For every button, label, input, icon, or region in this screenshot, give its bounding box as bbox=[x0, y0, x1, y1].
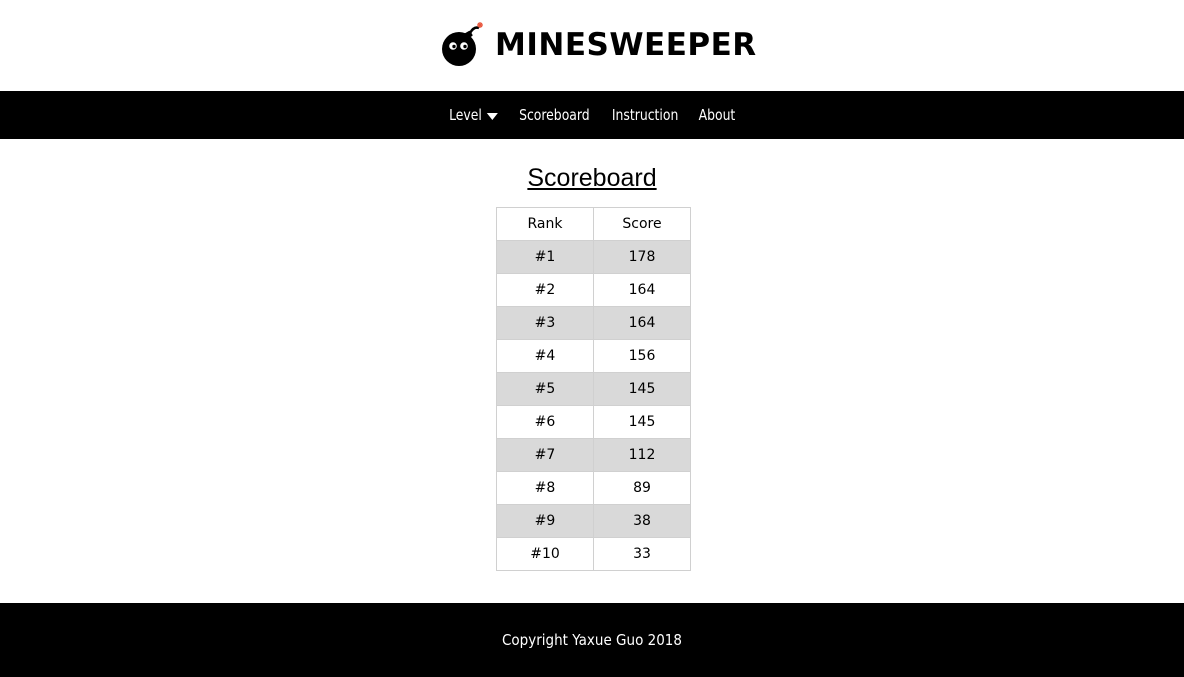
bomb-icon bbox=[441, 19, 487, 69]
nav-item-instruction[interactable]: Instruction bbox=[611, 106, 677, 124]
caret-down-icon bbox=[486, 112, 498, 120]
rank-cell: #1 bbox=[496, 240, 594, 274]
table-row: #3 164 bbox=[496, 306, 691, 340]
table-row: #10 33 bbox=[496, 537, 691, 571]
rank-cell: #6 bbox=[496, 405, 594, 439]
nav-item-scoreboard[interactable]: Scoreboard bbox=[519, 106, 590, 124]
copyright-text: Copyright Yaxue Guo 2018 bbox=[501, 631, 682, 649]
logo[interactable]: MINESWEEPER bbox=[441, 19, 757, 69]
score-cell: 145 bbox=[593, 372, 691, 406]
logo-title: MINESWEEPER bbox=[495, 27, 757, 63]
score-cell: 89 bbox=[593, 471, 691, 505]
score-cell: 178 bbox=[593, 240, 691, 274]
table-row: #4 156 bbox=[496, 339, 691, 373]
score-cell: 156 bbox=[593, 339, 691, 373]
table-row: #6 145 bbox=[496, 405, 691, 439]
rank-cell: #3 bbox=[496, 306, 594, 340]
nav-item-scoreboard-label: Scoreboard bbox=[518, 106, 590, 124]
table-row: #9 38 bbox=[496, 504, 691, 538]
column-header-rank: Rank bbox=[496, 207, 594, 241]
table-row: #7 112 bbox=[496, 438, 691, 472]
nav-item-about-label: About bbox=[698, 106, 736, 124]
rank-cell: #5 bbox=[496, 372, 594, 406]
scoreboard-table: Rank Score #1 178 #2 164 #3 164 #4 156 # bbox=[496, 207, 691, 571]
table-header-row: Rank Score bbox=[496, 207, 691, 241]
nav-item-instruction-label: Instruction bbox=[611, 106, 678, 124]
score-cell: 112 bbox=[593, 438, 691, 472]
navbar: Level Scoreboard Instruction About bbox=[0, 91, 1184, 139]
score-cell: 145 bbox=[593, 405, 691, 439]
rank-cell: #7 bbox=[496, 438, 594, 472]
score-cell: 33 bbox=[593, 537, 691, 571]
table-row: #2 164 bbox=[496, 273, 691, 307]
table-row: #1 178 bbox=[496, 240, 691, 274]
rank-cell: #4 bbox=[496, 339, 594, 373]
table-row: #8 89 bbox=[496, 471, 691, 505]
nav-item-level[interactable]: Level bbox=[449, 106, 498, 124]
rank-cell: #8 bbox=[496, 471, 594, 505]
rank-cell: #10 bbox=[496, 537, 594, 571]
score-cell: 38 bbox=[593, 504, 691, 538]
footer: Copyright Yaxue Guo 2018 bbox=[0, 603, 1184, 677]
rank-cell: #9 bbox=[496, 504, 594, 538]
score-cell: 164 bbox=[593, 273, 691, 307]
main-content: Scoreboard Rank Score #1 178 #2 164 #3 1… bbox=[0, 139, 1184, 603]
column-header-score: Score bbox=[593, 207, 691, 241]
table-row: #5 145 bbox=[496, 372, 691, 406]
rank-cell: #2 bbox=[496, 273, 594, 307]
score-cell: 164 bbox=[593, 306, 691, 340]
page-title: Scoreboard bbox=[527, 164, 657, 192]
nav-item-level-label: Level bbox=[449, 106, 483, 124]
header: MINESWEEPER bbox=[0, 0, 1184, 91]
nav-item-about[interactable]: About bbox=[698, 106, 735, 124]
